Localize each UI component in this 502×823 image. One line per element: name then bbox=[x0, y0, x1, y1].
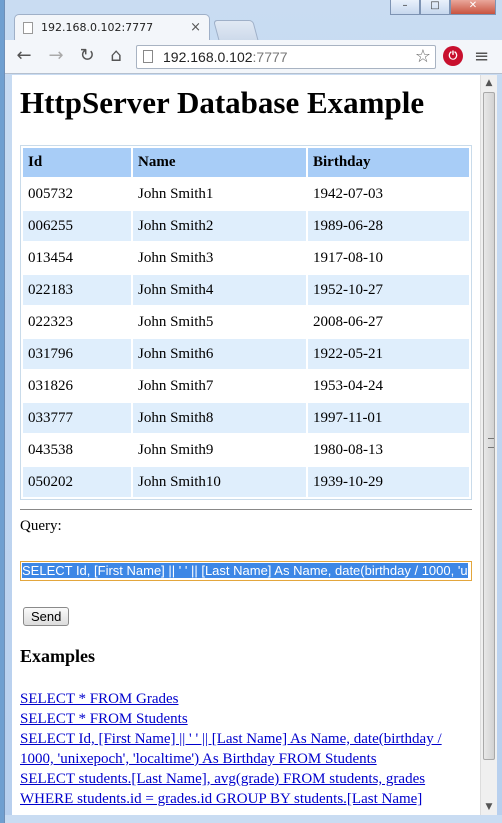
cell-birthday: 1952-10-27 bbox=[308, 275, 469, 305]
table-row: 013454 John Smith3 1917-08-10 bbox=[23, 243, 469, 273]
cell-birthday: 1922-05-21 bbox=[308, 339, 469, 369]
scroll-down-arrow-icon[interactable]: ▼ bbox=[481, 799, 497, 815]
bookmark-star-icon[interactable]: ☆ bbox=[415, 46, 431, 67]
close-tab-icon[interactable]: × bbox=[190, 20, 201, 35]
table-row: 043538 John Smith9 1980-08-13 bbox=[23, 435, 469, 465]
extension-stop-icon[interactable]: ⏻ bbox=[443, 46, 463, 66]
table-row: 022183 John Smith4 1952-10-27 bbox=[23, 275, 469, 305]
send-button[interactable]: Send bbox=[23, 607, 70, 626]
page-title: HttpServer Database Example bbox=[20, 85, 425, 120]
cell-name: John Smith5 bbox=[133, 307, 306, 337]
cell-name: John Smith7 bbox=[133, 371, 306, 401]
scrollbar-grip bbox=[488, 438, 494, 448]
tab-strip: 192.168.0.102:7777 × bbox=[14, 12, 494, 42]
cell-birthday: 2008-06-27 bbox=[308, 307, 469, 337]
browser-toolbar: ← → ↻ ⌂ 192.168.0.102:7777 ☆ ⏻ ≡ bbox=[5, 40, 502, 74]
table-row: 031826 John Smith7 1953-04-24 bbox=[23, 371, 469, 401]
divider bbox=[20, 509, 472, 510]
cell-name: John Smith1 bbox=[133, 179, 306, 209]
cell-id: 005732 bbox=[23, 179, 131, 209]
cell-name: John Smith2 bbox=[133, 211, 306, 241]
table-header-row: Id Name Birthday bbox=[23, 148, 469, 177]
address-bar[interactable]: 192.168.0.102:7777 ☆ bbox=[136, 45, 436, 69]
cell-id: 006255 bbox=[23, 211, 131, 241]
address-port: :7777 bbox=[252, 49, 288, 65]
column-header-name: Name bbox=[133, 148, 306, 177]
cell-id: 022323 bbox=[23, 307, 131, 337]
home-icon[interactable]: ⌂ bbox=[105, 46, 127, 66]
table-row: 022323 John Smith5 2008-06-27 bbox=[23, 307, 469, 337]
browser-tab[interactable]: 192.168.0.102:7777 × bbox=[14, 14, 210, 40]
students-table: Id Name Birthday 005732 John Smith1 1942-0… bbox=[20, 145, 472, 500]
example-link-grades[interactable]: SELECT * FROM Grades bbox=[20, 689, 472, 709]
table-row: 031796 John Smith6 1922-05-21 bbox=[23, 339, 469, 369]
address-text[interactable]: 192.168.0.102:7777 bbox=[163, 49, 288, 65]
tab-title: 192.168.0.102:7777 bbox=[41, 21, 154, 34]
window-bottom-border bbox=[5, 815, 502, 823]
new-tab-button[interactable] bbox=[213, 20, 259, 42]
cell-birthday: 1989-06-28 bbox=[308, 211, 469, 241]
reload-icon[interactable]: ↻ bbox=[76, 46, 98, 66]
column-header-id: Id bbox=[23, 148, 131, 177]
examples-heading: Examples bbox=[20, 646, 96, 666]
cell-birthday: 1942-07-03 bbox=[308, 179, 469, 209]
table-row: 006255 John Smith2 1989-06-28 bbox=[23, 211, 469, 241]
table-row: 005732 John Smith1 1942-07-03 bbox=[23, 179, 469, 209]
cell-id: 031796 bbox=[23, 339, 131, 369]
cell-birthday: 1939-10-29 bbox=[308, 467, 469, 497]
cell-birthday: 1953-04-24 bbox=[308, 371, 469, 401]
page-viewport: HttpServer Database Example Id Name Birt… bbox=[12, 75, 480, 815]
query-input[interactable]: SELECT Id, [First Name] || ' ' || [Last … bbox=[20, 561, 472, 581]
cell-birthday: 1997-11-01 bbox=[308, 403, 469, 433]
cell-id: 022183 bbox=[23, 275, 131, 305]
cell-name: John Smith6 bbox=[133, 339, 306, 369]
cell-id: 050202 bbox=[23, 467, 131, 497]
scrollbar-thumb[interactable] bbox=[483, 92, 495, 760]
cell-id: 031826 bbox=[23, 371, 131, 401]
cell-birthday: 1980-08-13 bbox=[308, 435, 469, 465]
page-icon bbox=[23, 21, 33, 34]
example-link-avg-grade[interactable]: SELECT students.[Last Name], avg(grade) … bbox=[20, 769, 472, 809]
page-icon bbox=[143, 50, 153, 63]
cell-name: John Smith9 bbox=[133, 435, 306, 465]
cell-id: 043538 bbox=[23, 435, 131, 465]
page-content: HttpServer Database Example Id Name Birt… bbox=[20, 75, 472, 809]
cell-name: John Smith4 bbox=[133, 275, 306, 305]
cell-id: 033777 bbox=[23, 403, 131, 433]
table-row: 050202 John Smith10 1939-10-29 bbox=[23, 467, 469, 497]
cell-birthday: 1917-08-10 bbox=[308, 243, 469, 273]
address-host: 192.168.0.102 bbox=[163, 49, 253, 65]
vertical-scrollbar[interactable]: ▲ ▼ bbox=[480, 75, 497, 815]
query-selected-text: SELECT Id, [First Name] || ' ' || [Last … bbox=[22, 563, 468, 578]
forward-arrow-icon[interactable]: → bbox=[45, 46, 67, 66]
cell-id: 013454 bbox=[23, 243, 131, 273]
query-label: Query: bbox=[20, 518, 62, 534]
example-link-name-birthday[interactable]: SELECT Id, [First Name] || ' ' || [Last … bbox=[20, 729, 472, 769]
scroll-up-arrow-icon[interactable]: ▲ bbox=[481, 75, 497, 91]
menu-icon[interactable]: ≡ bbox=[474, 46, 489, 67]
table-row: 033777 John Smith8 1997-11-01 bbox=[23, 403, 469, 433]
cell-name: John Smith10 bbox=[133, 467, 306, 497]
column-header-birthday: Birthday bbox=[308, 148, 469, 177]
examples-list: SELECT * FROM Grades SELECT * FROM Stude… bbox=[20, 689, 472, 809]
cell-name: John Smith3 bbox=[133, 243, 306, 273]
example-link-students[interactable]: SELECT * FROM Students bbox=[20, 709, 472, 729]
back-arrow-icon[interactable]: ← bbox=[13, 46, 35, 66]
cell-name: John Smith8 bbox=[133, 403, 306, 433]
